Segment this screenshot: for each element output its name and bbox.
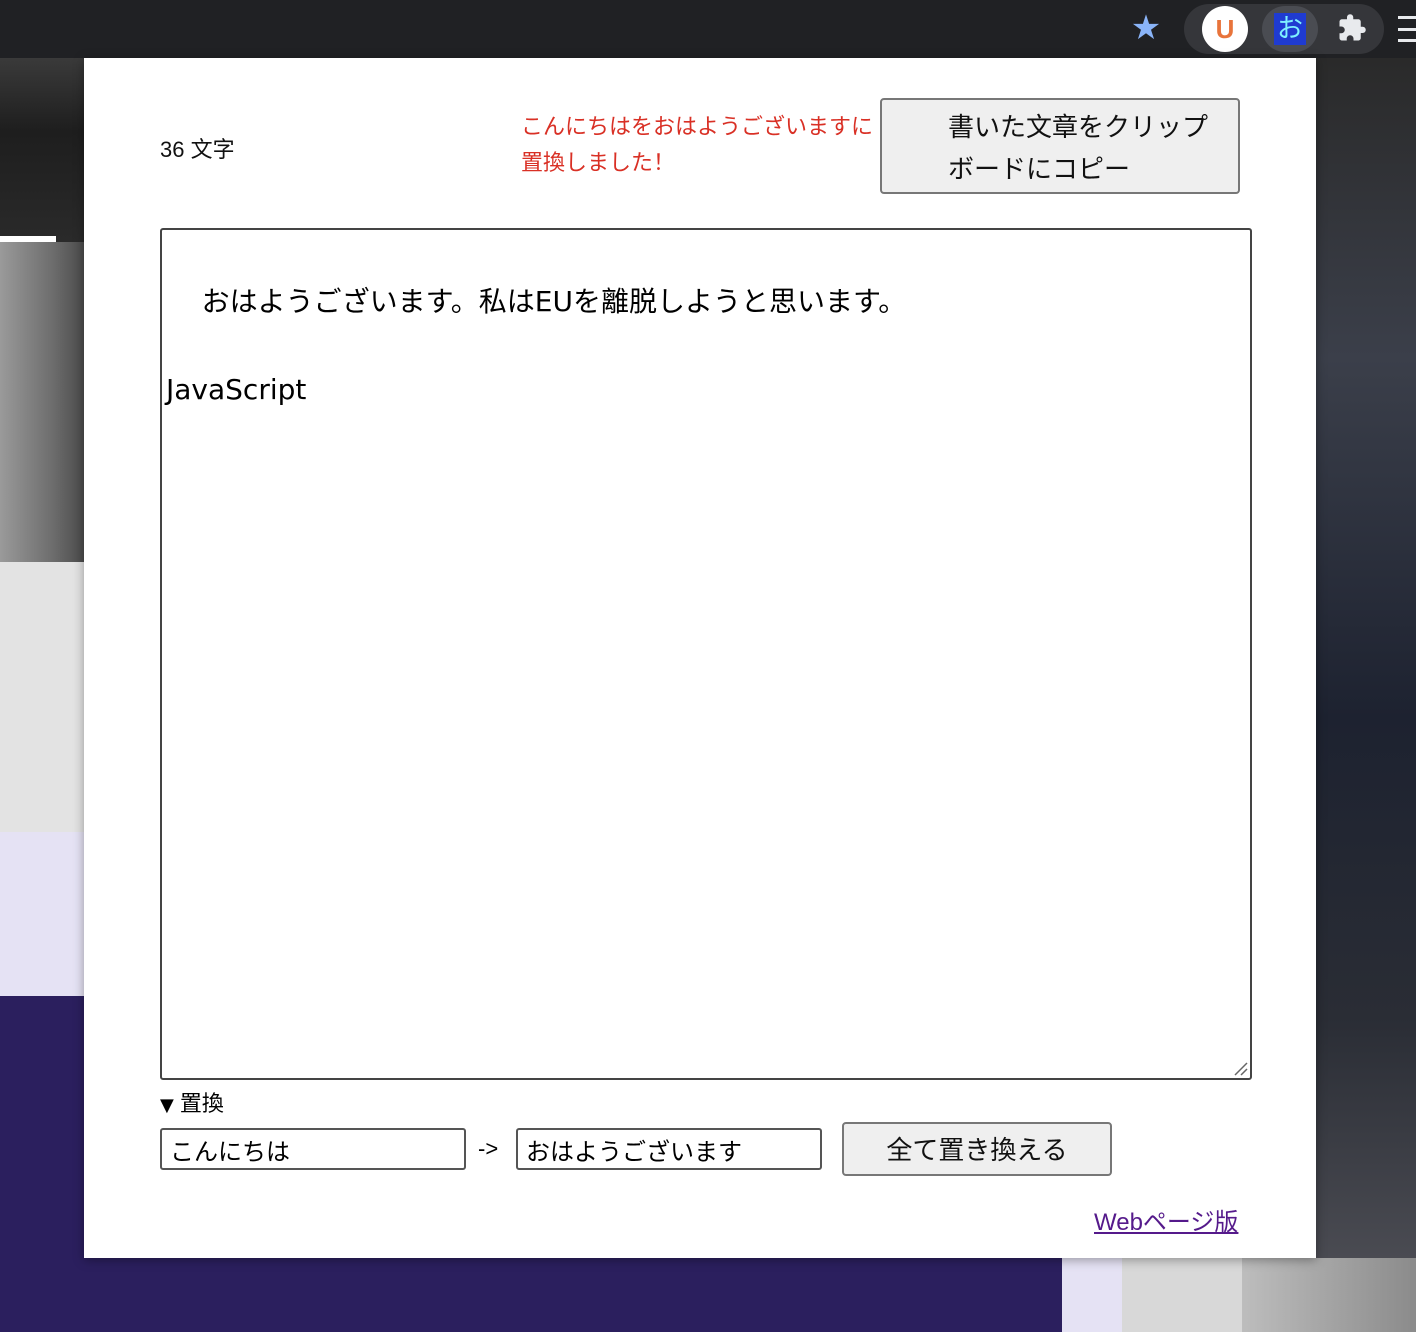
replace-input[interactable]	[516, 1128, 822, 1170]
background-section-lilac	[0, 832, 84, 996]
background-photo-right	[1316, 58, 1416, 1258]
find-input[interactable]	[160, 1128, 466, 1170]
text-editor[interactable]: おはようございます。私はEUを離脱しようと思います。 JavaScript	[160, 228, 1252, 1080]
replace-all-button[interactable]: 全て置き換える	[842, 1122, 1112, 1176]
extensions-puzzle-icon[interactable]	[1334, 10, 1370, 46]
extension-o-button[interactable]: お	[1262, 6, 1318, 52]
web-version-link[interactable]: Webページ版	[1094, 1202, 1238, 1237]
background-section-gray	[0, 562, 84, 832]
extension-o-icon: お	[1274, 13, 1306, 45]
extension-popup: 36 文字 こんにちはをおはようございますに置換しました！ 書いた文章をクリップ…	[84, 58, 1316, 1258]
status-message: こんにちはをおはようございますに置換しました！	[521, 115, 874, 176]
replace-section-label: 置換	[179, 1092, 224, 1117]
character-count: 36 文字	[160, 137, 235, 162]
background-photo	[0, 242, 84, 562]
browser-toolbar: ★ U お	[0, 0, 1416, 58]
disclosure-triangle-icon: ▼	[160, 1095, 174, 1116]
background-header-area	[0, 58, 84, 242]
extension-u-icon[interactable]: U	[1202, 6, 1248, 52]
bookmark-star-icon[interactable]: ★	[1128, 10, 1164, 46]
copy-to-clipboard-button[interactable]: 書いた文章をクリップボードにコピー	[880, 98, 1240, 194]
background-block-gray	[1122, 1258, 1242, 1332]
replace-arrow-label: ->	[478, 1136, 499, 1161]
replace-section-toggle[interactable]: ▼ 置換	[160, 1090, 224, 1121]
background-block-photo	[1242, 1258, 1416, 1332]
text-editor-content: おはようございます。私はEUを離脱しようと思います。 JavaScript	[166, 285, 907, 406]
background-block-lilac	[1062, 1258, 1122, 1332]
browser-menu-icon[interactable]	[1398, 16, 1416, 42]
resize-handle-icon[interactable]	[1232, 1060, 1248, 1076]
